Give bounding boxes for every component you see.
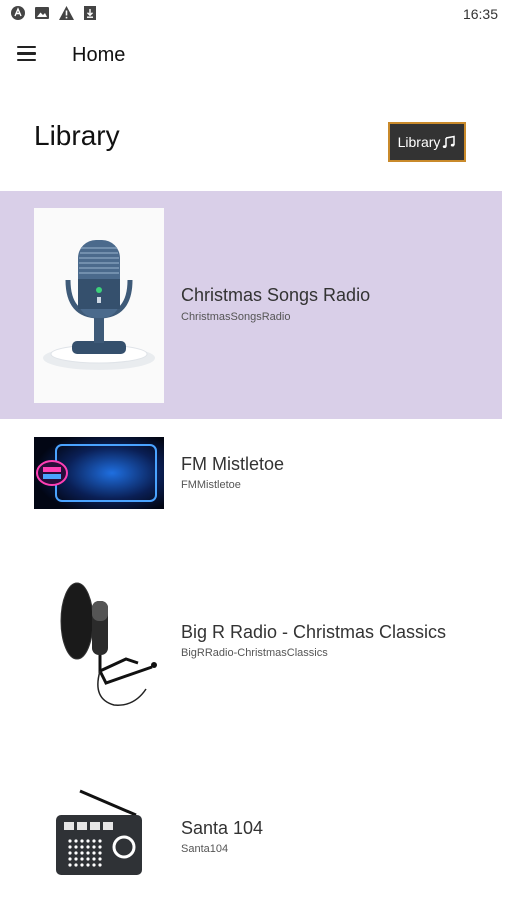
image-icon (35, 7, 49, 19)
list-item[interactable]: Santa 104 Santa104 (0, 759, 502, 899)
library-heading: Library (34, 120, 120, 151)
station-id: ChristmasSongsRadio (181, 311, 291, 323)
station-name: Christmas Songs Radio (181, 285, 371, 305)
warning-icon (59, 6, 74, 20)
list-item[interactable]: Big R Radio - Christmas Classics BigRRad… (0, 549, 502, 759)
studio-microphone-image (34, 579, 164, 719)
library-button[interactable]: Library (388, 122, 466, 162)
download-icon (84, 6, 96, 20)
list-item[interactable]: Christmas Songs Radio ChristmasSongsRadi… (0, 191, 502, 419)
status-icons (10, 5, 97, 21)
music-note-icon (443, 135, 456, 148)
radio-icon-image (34, 789, 164, 899)
station-id: FMMistletoe (181, 479, 241, 491)
station-name: FM Mistletoe (181, 454, 285, 474)
app-notification-icon (11, 6, 25, 20)
app-bar: Home (0, 28, 506, 84)
station-id: Santa104 (181, 843, 229, 855)
station-id: BigRRadio-ChristmasClassics (181, 647, 328, 659)
microphone-podium-image (34, 208, 164, 403)
hamburger-menu-icon[interactable] (14, 42, 44, 70)
station-name: Big R Radio - Christmas Classics (181, 622, 447, 642)
list-item[interactable]: FM Mistletoe FMMistletoe (0, 419, 502, 549)
status-bar: 16:35 (0, 0, 506, 28)
library-button-label: Library (397, 134, 441, 150)
page-title: Home (72, 44, 126, 66)
status-time: 16:35 (462, 6, 498, 22)
on-air-neon-image (34, 437, 164, 509)
station-name: Santa 104 (181, 818, 264, 838)
